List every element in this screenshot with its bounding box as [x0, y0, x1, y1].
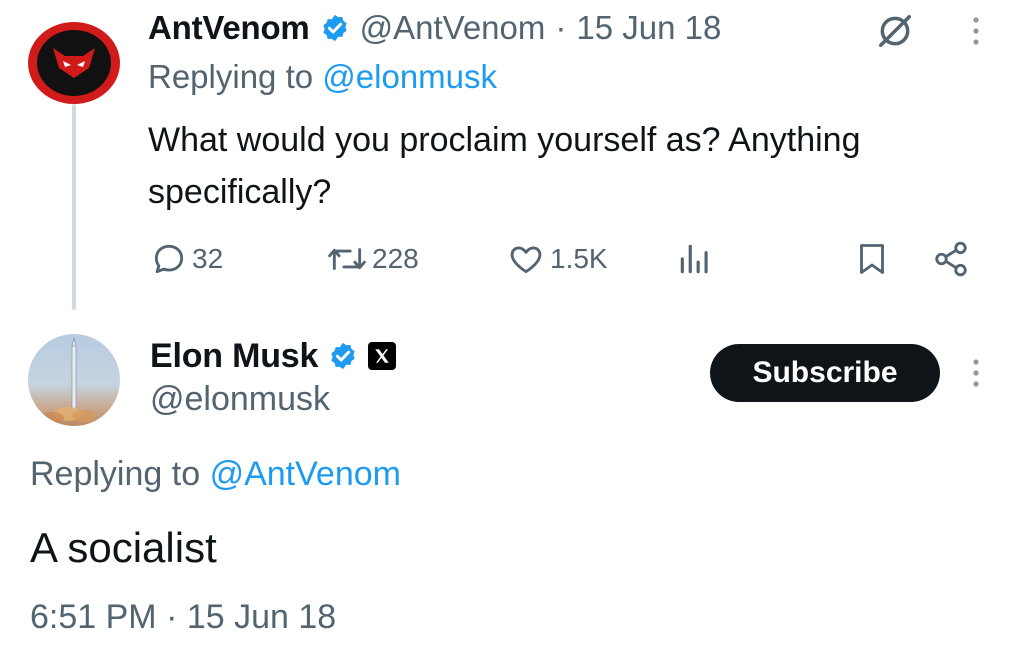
- tweet-timestamp[interactable]: 6:51 PM · 15 Jun 18: [30, 598, 336, 637]
- verified-badge-icon: [331, 342, 355, 370]
- replying-to-line: Replying to @AntVenom: [30, 455, 401, 494]
- author-handle[interactable]: @AntVenom: [360, 9, 546, 47]
- grok-icon[interactable]: [876, 12, 914, 50]
- antvenom-logo: [37, 30, 111, 96]
- avatar-antvenom[interactable]: [28, 22, 120, 104]
- like-count: 1.5K: [550, 243, 608, 274]
- rocket-launch-image: [40, 337, 96, 424]
- bookmark-button[interactable]: [854, 240, 890, 278]
- header-separator: ·: [555, 9, 567, 46]
- replying-to-link[interactable]: @AntVenom: [210, 455, 401, 493]
- tweet-action-bar: 32 228 1.5K: [0, 236, 1024, 286]
- share-button[interactable]: [932, 240, 970, 278]
- share-icon: [935, 241, 967, 277]
- x-affiliation-icon[interactable]: [368, 342, 397, 370]
- more-options-icon[interactable]: [966, 356, 986, 390]
- more-options-icon[interactable]: [966, 14, 986, 48]
- main-tweet-text: A socialist: [30, 524, 217, 571]
- like-button[interactable]: 1.5K: [506, 240, 608, 278]
- retweet-button[interactable]: 228: [326, 240, 419, 278]
- replying-to-link[interactable]: @elonmusk: [322, 58, 497, 95]
- reply-button[interactable]: 32: [150, 240, 223, 278]
- author-handle[interactable]: @elonmusk: [150, 380, 330, 419]
- author-name[interactable]: Elon Musk: [150, 337, 318, 376]
- replying-to-prefix: Replying to: [30, 455, 201, 493]
- replying-to-line: Replying to @elonmusk: [148, 58, 497, 96]
- bookmark-icon: [860, 244, 884, 274]
- like-icon: [510, 246, 542, 274]
- views-button[interactable]: [676, 240, 714, 278]
- retweet-icon: [328, 248, 366, 270]
- reply-count: 32: [192, 243, 224, 274]
- tweet-date[interactable]: 15 Jun 18: [576, 9, 721, 47]
- author-name[interactable]: AntVenom: [148, 9, 310, 47]
- replying-to-prefix: Replying to: [148, 58, 314, 95]
- avatar-elonmusk[interactable]: [28, 334, 120, 426]
- main-tweet-header: Elon Musk: [150, 334, 397, 378]
- reply-tweet-text: What would you proclaim yourself as? Any…: [148, 121, 861, 211]
- reply-tweet-header: AntVenom @AntVenom · 15 Jun 18: [148, 6, 721, 50]
- verified-badge-icon: [322, 14, 347, 42]
- subscribe-button[interactable]: Subscribe: [710, 344, 940, 402]
- retweet-count: 228: [372, 243, 419, 274]
- reply-icon: [154, 244, 184, 274]
- views-icon: [680, 244, 708, 274]
